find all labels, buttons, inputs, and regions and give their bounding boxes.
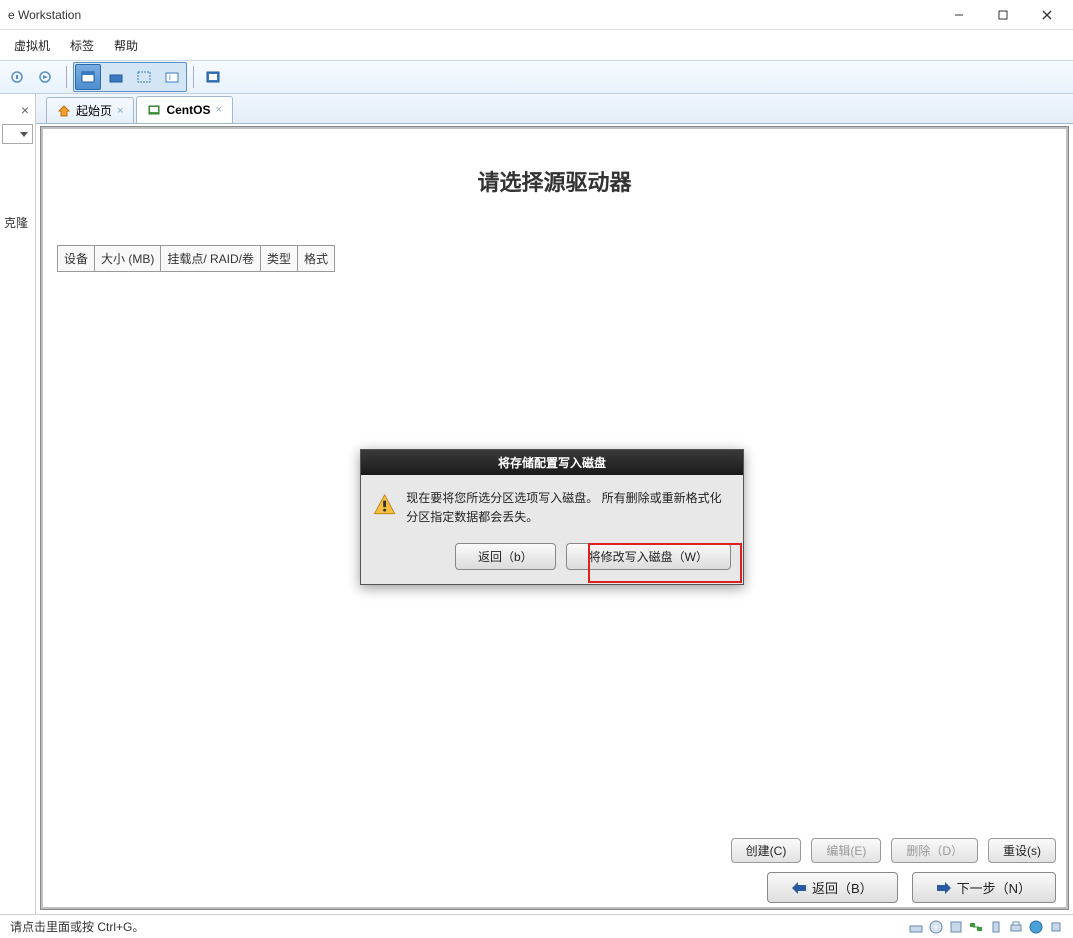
statusbar-hint: 请点击里面或按 Ctrl+G。: [10, 918, 144, 935]
partition-table: 设备 大小 (MB) 挂载点/ RAID/卷 类型 格式: [57, 245, 335, 272]
reset-button[interactable]: 重设(s): [988, 838, 1056, 863]
menubar: 虚拟机 标签 帮助: [0, 30, 1073, 60]
partition-actions: 创建(C) 编辑(E) 删除（D） 重设(s): [731, 838, 1056, 863]
confirm-dialog: 将存储配置写入磁盘 现在要将您所选分区选项写入磁盘。 所有删除或重新格式化分区指…: [360, 449, 744, 585]
tab-vm-centos[interactable]: CentOS ×: [136, 96, 232, 123]
col-format[interactable]: 格式: [298, 246, 335, 272]
minimize-button[interactable]: [937, 1, 981, 29]
arrow-left-icon: [792, 882, 806, 894]
col-device[interactable]: 设备: [58, 246, 95, 272]
toolbar-btn-2[interactable]: [34, 64, 60, 90]
statusbar-icons: [909, 920, 1063, 934]
network-icon[interactable]: [969, 920, 983, 934]
window-titlebar: e Workstation: [0, 0, 1073, 30]
sidebar-close-icon[interactable]: ×: [21, 102, 29, 118]
printer-icon[interactable]: [1009, 920, 1023, 934]
col-type[interactable]: 类型: [261, 246, 298, 272]
toolbar-view-unity[interactable]: [131, 64, 157, 90]
misc-icon[interactable]: [1049, 920, 1063, 934]
warning-icon: [373, 489, 396, 521]
arrow-right-icon: [937, 882, 951, 894]
delete-button: 删除（D）: [891, 838, 978, 863]
dialog-write-button[interactable]: 将修改写入磁盘（W）: [566, 543, 731, 570]
edit-button: 编辑(E): [811, 838, 881, 863]
home-icon: [57, 104, 71, 118]
sound-icon[interactable]: [1029, 920, 1043, 934]
col-mount[interactable]: 挂载点/ RAID/卷: [161, 246, 261, 272]
toolbar-btn-1[interactable]: [6, 64, 32, 90]
statusbar: 请点击里面或按 Ctrl+G。: [0, 914, 1073, 938]
vm-icon: [147, 103, 161, 117]
toolbar-btn-info[interactable]: i: [159, 64, 185, 90]
toolbar-view-thumbnail[interactable]: [103, 64, 129, 90]
create-button[interactable]: 创建(C): [731, 838, 802, 863]
sidebar: × 克隆: [0, 94, 36, 914]
tab-close-icon[interactable]: ×: [117, 105, 123, 117]
col-size[interactable]: 大小 (MB): [95, 246, 161, 272]
dialog-back-button[interactable]: 返回（b）: [455, 543, 556, 570]
nav-buttons: 返回（B） 下一步（N）: [767, 872, 1056, 903]
maximize-button[interactable]: [981, 1, 1025, 29]
svg-text:i: i: [169, 73, 171, 82]
usb-icon[interactable]: [989, 920, 1003, 934]
vm-console[interactable]: 请选择源驱动器 设备 大小 (MB) 挂载点/ RAID/卷 类型 格式: [40, 126, 1069, 910]
toolbar-view-console[interactable]: [75, 64, 101, 90]
toolbar-fullscreen[interactable]: [200, 64, 226, 90]
tab-close-icon[interactable]: ×: [215, 104, 221, 116]
disk-icon[interactable]: [909, 920, 923, 934]
menu-help[interactable]: 帮助: [104, 33, 148, 58]
tab-label: 起始页: [76, 102, 112, 119]
toolbar: i: [0, 60, 1073, 94]
sidebar-dropdown[interactable]: [2, 124, 33, 144]
tab-label: CentOS: [166, 103, 210, 117]
nav-back-button[interactable]: 返回（B）: [767, 872, 898, 903]
installer-heading: 请选择源驱动器: [43, 165, 1066, 197]
floppy-icon[interactable]: [949, 920, 963, 934]
menu-tabs[interactable]: 标签: [60, 33, 104, 58]
dialog-message: 现在要将您所选分区选项写入磁盘。 所有删除或重新格式化分区指定数据都会丢失。: [406, 489, 731, 527]
cd-icon[interactable]: [929, 920, 943, 934]
menu-vm[interactable]: 虚拟机: [4, 33, 60, 58]
tab-home[interactable]: 起始页 ×: [46, 97, 134, 123]
sidebar-truncated-label: 克隆: [4, 214, 28, 231]
nav-next-button[interactable]: 下一步（N）: [912, 872, 1056, 903]
close-button[interactable]: [1025, 1, 1069, 29]
window-title: e Workstation: [4, 8, 81, 22]
tab-strip: 起始页 × CentOS ×: [36, 94, 1073, 124]
dialog-title: 将存储配置写入磁盘: [361, 450, 743, 475]
